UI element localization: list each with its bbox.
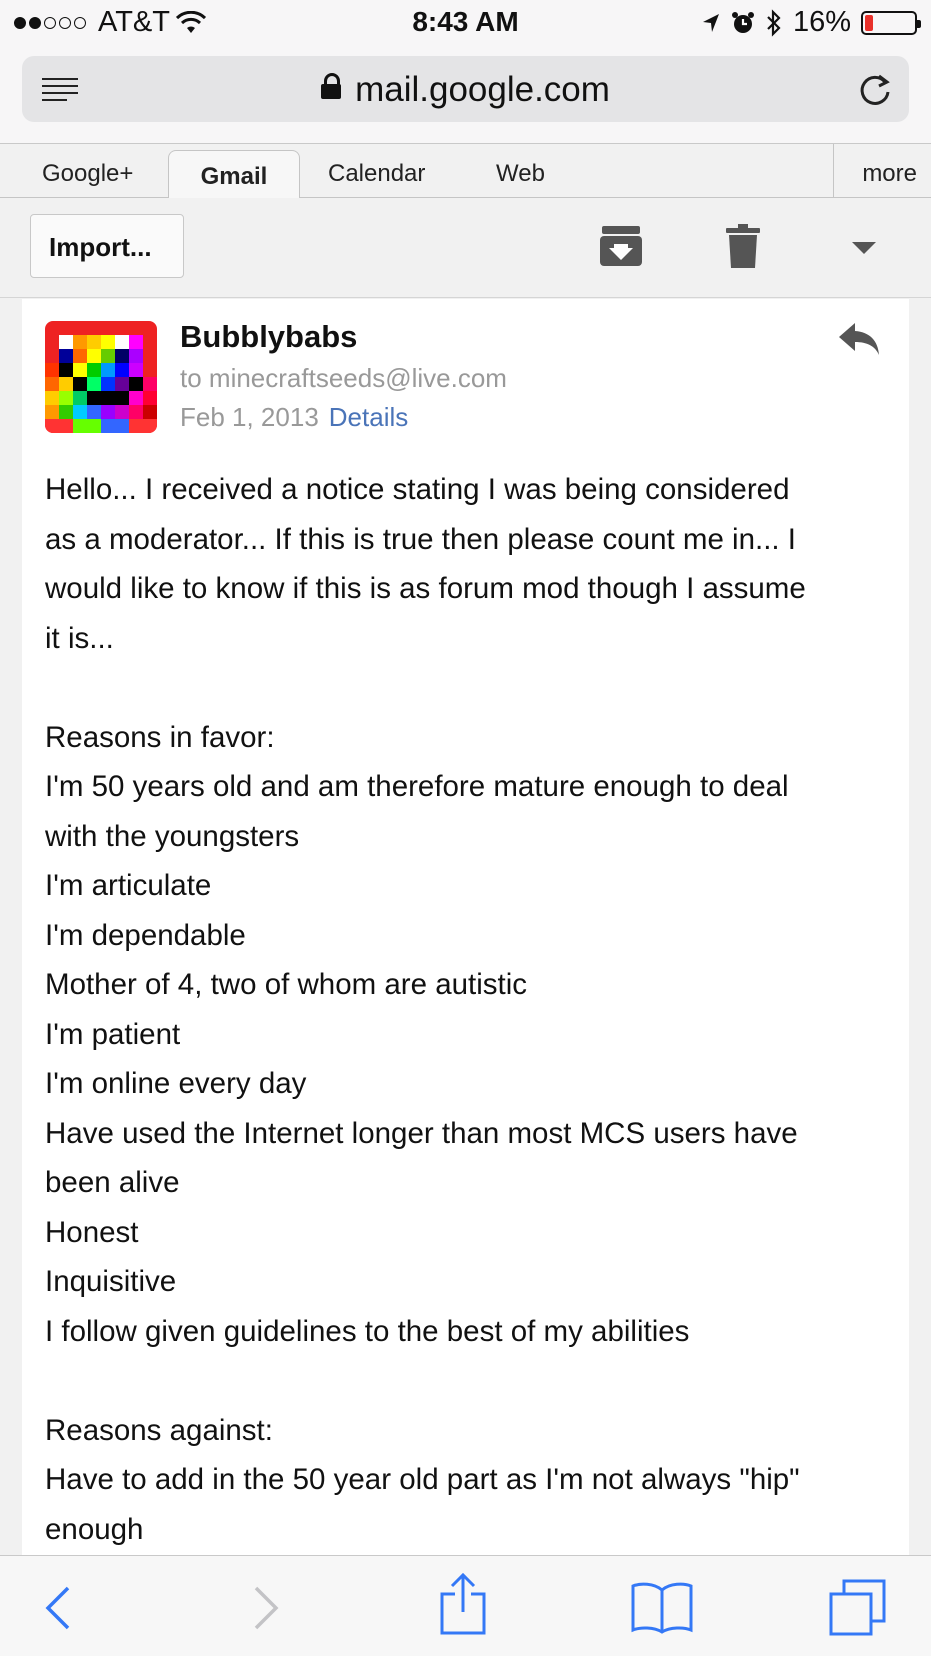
body-line: Honest: [45, 1215, 139, 1249]
body-line: Reasons in favor:: [45, 720, 275, 754]
browser-chrome: mail.google.com: [0, 46, 931, 144]
tab-gmail[interactable]: Gmail: [168, 150, 300, 199]
battery-fill: [865, 14, 873, 31]
share-icon[interactable]: [438, 1572, 488, 1636]
mail-toolbar: Import...: [0, 198, 931, 298]
lock-icon: [321, 73, 342, 99]
tab-more[interactable]: more: [833, 144, 931, 198]
bookmarks-icon[interactable]: [630, 1580, 694, 1634]
safari-bottom-toolbar: [0, 1555, 931, 1656]
sender-name[interactable]: Bubblybabs: [180, 319, 357, 355]
reply-icon[interactable]: [837, 321, 881, 357]
email-message: Bubblybabs to minecraftseeds@live.com Fe…: [22, 299, 909, 1555]
body-line: as a moderator... If this is true then p…: [45, 522, 796, 556]
back-to-label-button[interactable]: Import...: [30, 214, 184, 278]
battery-icon: [861, 10, 921, 35]
body-line: it is...: [45, 621, 114, 655]
body-line: I follow given guidelines to the best of…: [45, 1314, 690, 1348]
body-line: I'm 50 years old and am therefore mature…: [45, 770, 789, 803]
sender-avatar[interactable]: [45, 321, 157, 433]
body-line: would like to know if this is as forum m…: [45, 572, 806, 605]
body-line: Mother of 4, two of whom are autistic: [45, 968, 528, 1001]
address-bar[interactable]: mail.google.com: [22, 56, 909, 122]
archive-icon[interactable]: [600, 224, 642, 268]
body-line: I'm patient: [45, 1017, 181, 1051]
body-line: I'm dependable: [45, 918, 246, 952]
message-body: Hello... I received a notice stating I w…: [45, 465, 890, 1554]
alarm-icon: [731, 11, 754, 33]
forward-icon[interactable]: [252, 1586, 280, 1630]
url-text: mail.google.com: [355, 70, 610, 109]
body-line: been alive: [45, 1166, 180, 1199]
body-line: enough: [45, 1512, 144, 1546]
body-line: with the youngsters: [45, 819, 300, 853]
body-line: Have to add in the 50 year old part as I…: [45, 1463, 800, 1496]
tab-web[interactable]: Web: [496, 160, 545, 188]
location-arrow-icon: [702, 13, 719, 32]
bluetooth-icon: [767, 8, 781, 37]
message-date-line: Feb 1, 2013 Details: [180, 402, 408, 433]
back-button-label: Import...: [49, 232, 152, 262]
reload-icon[interactable]: [855, 70, 895, 110]
body-line: Have used the Internet longer than most …: [45, 1116, 798, 1150]
google-nav: Google+ Gmail Calendar Web more: [0, 144, 931, 199]
status-right: 16%: [701, 6, 921, 39]
recipient-line: to minecraftseeds@live.com: [180, 363, 507, 393]
dropdown-arrow-icon[interactable]: [852, 242, 876, 254]
tab-google-plus[interactable]: Google+: [42, 160, 133, 188]
body-line: I'm articulate: [45, 869, 212, 902]
body-line: Hello... I received a notice stating I w…: [45, 473, 790, 506]
body-line: I'm online every day: [45, 1067, 307, 1100]
tabs-icon[interactable]: [828, 1578, 888, 1638]
battery-percent: 16%: [792, 6, 851, 38]
back-icon[interactable]: [44, 1586, 72, 1630]
trash-icon[interactable]: [726, 224, 760, 268]
body-line: Reasons against:: [45, 1413, 273, 1447]
status-bar: AT&T 8:43 AM 16%: [0, 0, 931, 46]
body-line: Inquisitive: [45, 1265, 177, 1298]
message-date: Feb 1, 2013: [180, 402, 319, 432]
details-link[interactable]: Details: [329, 402, 408, 432]
url-display[interactable]: mail.google.com: [22, 70, 909, 110]
tab-calendar[interactable]: Calendar: [328, 160, 425, 188]
